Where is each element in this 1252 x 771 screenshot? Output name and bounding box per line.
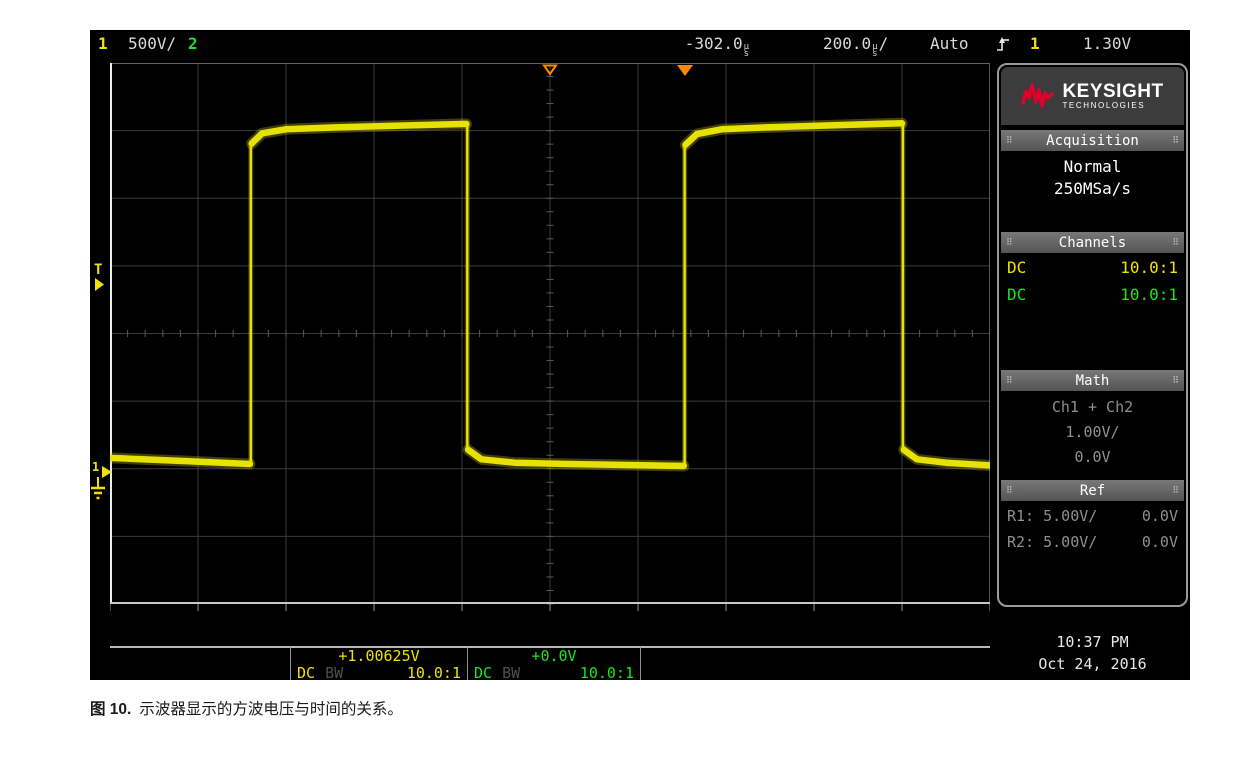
ch1-bw-label: BW [325,665,343,681]
ch2-measurement-value: +0.0V [469,648,639,664]
ch2-info-section: +0.0V DC BW 10.0:1 [469,648,639,681]
keysight-wave-icon [1021,82,1055,110]
math-section-header: ⠿ Math ⠿ [1001,370,1184,391]
clock: 10:37 PM Oct 24, 2016 [997,631,1188,675]
ch1-measurement-value: +1.00625V [292,648,466,664]
acquisition-title: Acquisition [1046,133,1139,149]
logo-brand-text: KEYSIGHT [1062,82,1163,101]
logo-sub-text: TECHNOLOGIES [1062,101,1163,111]
grip-icon: ⠿ [1172,376,1179,385]
r2-offset: 0.0V [1142,532,1178,552]
trigger-level-arrow-icon [95,278,104,291]
ch1-ground-arrow-icon [102,466,112,478]
ch2-probe-label: 10.0:1 [580,665,634,681]
delay-readout: -302.0µs [635,35,750,58]
ref-title: Ref [1080,483,1105,499]
grip-icon: ⠿ [1006,136,1013,145]
grip-icon: ⠿ [1006,486,1013,495]
bottom-bar-separator [467,647,468,680]
math-scale: 1.00V/ [1001,423,1184,441]
channel2-row: DC 10.0:1 [1003,285,1182,305]
trigger-point-marker-icon [676,64,694,77]
ch2-number: 2 [188,35,198,53]
graticule-svg [110,63,990,613]
ch1-ground-marker-label: 1 [92,460,99,474]
ch1-scale: 500V/ [128,35,176,53]
math-offset: 0.0V [1001,448,1184,466]
ref2-row: R2: 5.00V/ 0.0V [1003,532,1182,552]
grip-icon: ⠿ [1172,136,1179,145]
r2-scale: 5.00V/ [1043,533,1097,551]
figure-caption-text: 示波器显示的方波电压与时间的关系。 [139,701,403,718]
channels-section-header: ⠿ Channels ⠿ [1001,232,1184,253]
acquisition-sample-rate: 250MSa/s [1001,180,1184,198]
clock-date: Oct 24, 2016 [997,653,1188,675]
r2-label: R2: [1007,533,1034,551]
ch2-coupling-label: DC [474,665,492,681]
ch1-ground-marker: 1 [91,459,115,503]
trigger-level-marker: T [91,261,109,295]
ref1-row: R1: 5.00V/ 0.0V [1003,506,1182,526]
ch2-coupling: DC [1007,285,1026,305]
grip-icon: ⠿ [1172,486,1179,495]
r1-offset: 0.0V [1142,506,1178,526]
math-expression: Ch1 + Ch2 [1001,398,1184,416]
math-title: Math [1076,373,1110,389]
keysight-logo: KEYSIGHT TECHNOLOGIES [1001,67,1184,125]
bottom-bar-separator [290,647,291,680]
ch1-probe-label: 10.0:1 [407,665,461,681]
figure-caption: 图 10. 示波器显示的方波电压与时间的关系。 [90,697,403,719]
grip-icon: ⠿ [1006,376,1013,385]
ch2-probe: 10.0:1 [1120,285,1178,305]
acquisition-mode: Normal [1001,158,1184,176]
trigger-level-marker-label: T [94,262,102,278]
sidebar-panel: KEYSIGHT TECHNOLOGIES ⠿ Acquisition ⠿ No… [997,63,1188,607]
ch1-info-section: +1.00625V DC BW 10.0:1 [292,648,466,681]
r1-label: R1: [1007,507,1034,525]
ch1-coupling: DC [1007,258,1026,278]
channel1-row: DC 10.0:1 [1003,258,1182,278]
ch2-bw-label: BW [502,665,520,681]
figure-caption-label: 图 10. [90,701,131,718]
ref-section-header: ⠿ Ref ⠿ [1001,480,1184,501]
timebase-value: 200.0 [823,34,871,53]
bottom-bar-separator [640,647,641,680]
trigger-level: 1.30V [1083,35,1131,53]
grip-icon: ⠿ [1006,238,1013,247]
grip-icon: ⠿ [1172,238,1179,247]
trigger-source: 1 [1030,35,1040,53]
channels-title: Channels [1059,235,1126,251]
acquisition-section-header: ⠿ Acquisition ⠿ [1001,130,1184,151]
ch1-probe: 10.0:1 [1120,258,1178,278]
microseconds-unit: µs [744,44,749,58]
trigger-mode: Auto [930,35,969,53]
oscilloscope-screenshot: 1 500V/ 2 -302.0µs 200.0µs/ Auto 1 1.30V… [90,30,1190,680]
ch1-number: 1 [98,35,108,53]
trigger-slope-icon [995,36,1011,53]
timebase-readout: 200.0µs/ [823,35,888,58]
clock-time: 10:37 PM [997,631,1188,653]
delay-value: -302.0 [685,34,743,53]
r1-scale: 5.00V/ [1043,507,1097,525]
time-reference-marker-icon [542,64,558,76]
ch1-coupling-label: DC [297,665,315,681]
microseconds-per-div-unit: µs [872,44,877,58]
